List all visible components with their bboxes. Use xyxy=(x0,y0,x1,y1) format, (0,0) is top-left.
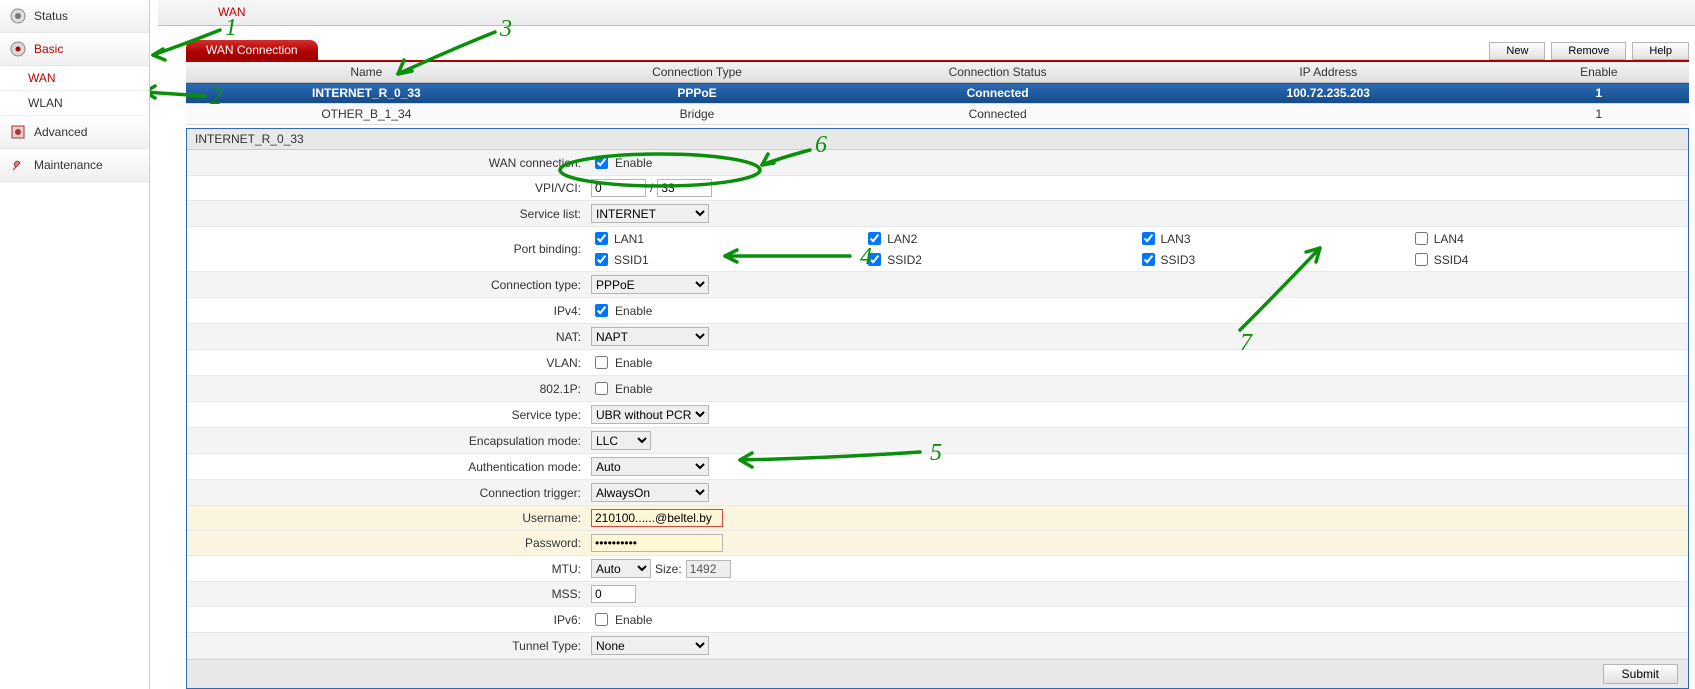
ssid1-checkbox[interactable] xyxy=(595,253,608,266)
col-ip: IP Address xyxy=(1148,61,1509,83)
help-button[interactable]: Help xyxy=(1632,42,1689,60)
wrench-icon xyxy=(8,155,28,175)
username-label: Username: xyxy=(187,508,587,528)
tab-wan[interactable]: WAN xyxy=(188,1,276,25)
8021p-checkbox[interactable] xyxy=(595,382,608,395)
mss-label: MSS: xyxy=(187,584,587,604)
connections-table: Name Connection Type Connection Status I… xyxy=(186,60,1689,125)
sidebar-basic-label: Basic xyxy=(34,42,63,56)
wan-connection-label: WAN connection: xyxy=(187,153,587,173)
mtu-mode-select[interactable]: Auto xyxy=(591,559,651,578)
encap-label: Encapsulation mode: xyxy=(187,431,587,451)
gear-icon xyxy=(8,39,28,59)
ssid2-checkbox[interactable] xyxy=(868,253,881,266)
sidebar-item-wlan[interactable]: WLAN xyxy=(0,91,149,116)
service-list-select[interactable]: INTERNET xyxy=(591,204,709,223)
password-label: Password: xyxy=(187,533,587,553)
col-type: Connection Type xyxy=(547,61,848,83)
sidebar-item-basic[interactable]: Basic xyxy=(0,33,149,66)
sidebar-item-status[interactable]: Status xyxy=(0,0,149,33)
sidebar-status-label: Status xyxy=(34,9,68,23)
mtu-label: MTU: xyxy=(187,559,587,579)
mtu-size-input xyxy=(686,560,731,578)
vpivci-label: VPI/VCI: xyxy=(187,178,587,198)
sidebar-maintenance-label: Maintenance xyxy=(34,158,103,172)
trigger-label: Connection trigger: xyxy=(187,483,587,503)
lan2-checkbox[interactable] xyxy=(868,232,881,245)
mss-input[interactable] xyxy=(591,585,636,603)
sidebar-item-wan[interactable]: WAN xyxy=(0,66,149,91)
service-type-label: Service type: xyxy=(187,405,587,425)
status-icon xyxy=(8,6,28,26)
password-input[interactable] xyxy=(591,534,723,552)
service-type-select[interactable]: UBR without PCR xyxy=(591,405,709,424)
trigger-select[interactable]: AlwaysOn xyxy=(591,483,709,502)
connection-type-label: Connection type: xyxy=(187,275,587,295)
tab-bar: WAN xyxy=(158,0,1695,26)
8021p-label: 802.1P: xyxy=(187,379,587,399)
wan-form: INTERNET_R_0_33 WAN connection: Enable V… xyxy=(186,128,1689,689)
wan-enable-checkbox[interactable] xyxy=(595,156,608,169)
nat-select[interactable]: NAPT xyxy=(591,327,709,346)
ipv6-label: IPv6: xyxy=(187,610,587,630)
nat-label: NAT: xyxy=(187,327,587,347)
tunnel-select[interactable]: None xyxy=(591,636,709,655)
tunnel-label: Tunnel Type: xyxy=(187,636,587,656)
panel-title: WAN Connection xyxy=(186,40,318,60)
ssid3-checkbox[interactable] xyxy=(1142,253,1155,266)
port-binding-label: Port binding: xyxy=(187,239,587,259)
sidebar-item-advanced[interactable]: Advanced xyxy=(0,116,149,149)
connection-type-select[interactable]: PPPoE xyxy=(591,275,709,294)
ipv6-checkbox[interactable] xyxy=(595,613,608,626)
vlan-label: VLAN: xyxy=(187,353,587,373)
col-enable: Enable xyxy=(1509,61,1689,83)
table-row[interactable]: OTHER_B_1_34 Bridge Connected 1 xyxy=(186,104,1689,125)
vlan-checkbox[interactable] xyxy=(595,356,608,369)
lan1-checkbox[interactable] xyxy=(595,232,608,245)
col-status: Connection Status xyxy=(847,61,1148,83)
col-name: Name xyxy=(186,61,547,83)
sidebar-item-maintenance[interactable]: Maintenance xyxy=(0,149,149,182)
auth-select[interactable]: Auto xyxy=(591,457,709,476)
ipv4-label: IPv4: xyxy=(187,301,587,321)
submit-button[interactable]: Submit xyxy=(1603,664,1678,684)
username-input[interactable] xyxy=(591,509,723,527)
auth-label: Authentication mode: xyxy=(187,457,587,477)
sidebar-advanced-label: Advanced xyxy=(34,125,87,139)
ssid4-checkbox[interactable] xyxy=(1415,253,1428,266)
sidebar: Status Basic WAN WLAN Advanced Maintenan… xyxy=(0,0,150,689)
encap-select[interactable]: LLC xyxy=(591,431,651,450)
ipv4-checkbox[interactable] xyxy=(595,304,608,317)
main-panel: WAN WAN Connection New Remove Help Name … xyxy=(150,0,1695,689)
new-button[interactable]: New xyxy=(1489,42,1545,60)
advanced-icon xyxy=(8,122,28,142)
lan3-checkbox[interactable] xyxy=(1142,232,1155,245)
vpi-input[interactable] xyxy=(591,179,646,197)
lan4-checkbox[interactable] xyxy=(1415,232,1428,245)
service-list-label: Service list: xyxy=(187,204,587,224)
vci-input[interactable] xyxy=(657,179,712,197)
remove-button[interactable]: Remove xyxy=(1551,42,1626,60)
table-row[interactable]: INTERNET_R_0_33 PPPoE Connected 100.72.2… xyxy=(186,83,1689,104)
form-title: INTERNET_R_0_33 xyxy=(187,129,1688,150)
